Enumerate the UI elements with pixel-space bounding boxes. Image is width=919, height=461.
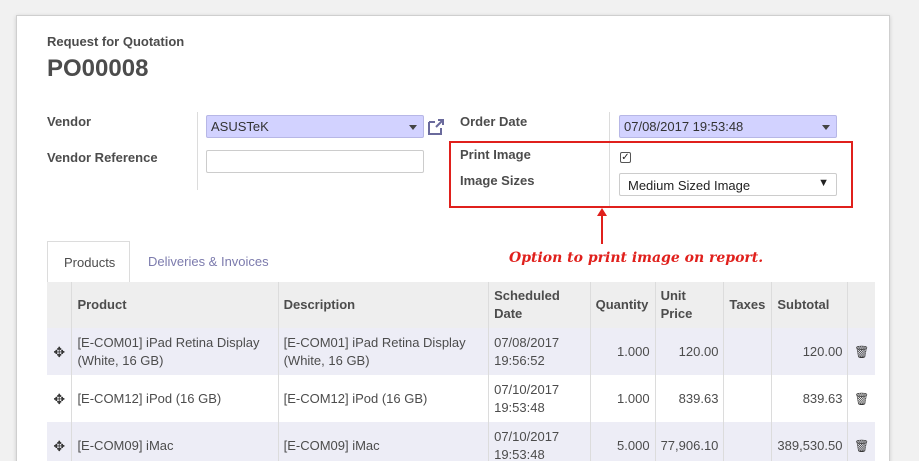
- cell-taxes[interactable]: [723, 328, 772, 375]
- chevron-down-icon: [409, 125, 417, 130]
- form-sheet: Request for Quotation PO00008 Vendor Ven…: [16, 15, 890, 461]
- table-header-row: Product Description Scheduled Date Quanti…: [47, 282, 875, 328]
- cell-taxes[interactable]: [723, 422, 772, 461]
- cell-description[interactable]: [E-COM01] iPad Retina Display (White, 16…: [277, 328, 489, 375]
- trash-icon[interactable]: 🗑: [847, 375, 875, 422]
- cell-description[interactable]: [E-COM12] iPod (16 GB): [277, 375, 489, 422]
- cell-taxes[interactable]: [723, 375, 772, 422]
- drag-handle-icon[interactable]: ✥: [47, 375, 72, 422]
- cell-scheduled-date[interactable]: 07/10/2017 19:53:48: [488, 375, 591, 422]
- field-separator: [197, 112, 198, 190]
- annotation-highlight-box: [449, 141, 853, 208]
- header-actions: [847, 282, 875, 328]
- drag-handle-icon[interactable]: ✥: [47, 328, 72, 375]
- cell-quantity[interactable]: 5.000: [589, 422, 656, 461]
- table-row[interactable]: ✥ [E-COM09] iMac [E-COM09] iMac 07/10/20…: [47, 422, 875, 461]
- table-row[interactable]: ✥ [E-COM12] iPod (16 GB) [E-COM12] iPod …: [47, 375, 875, 422]
- vendor-reference-input[interactable]: [206, 150, 424, 173]
- cell-quantity[interactable]: 1.000: [589, 328, 656, 375]
- cell-product[interactable]: [E-COM09] iMac: [71, 422, 279, 461]
- document-name: PO00008: [47, 55, 149, 82]
- cell-unit-price[interactable]: 77,906.10: [654, 422, 724, 461]
- external-link-icon[interactable]: [426, 117, 446, 137]
- header-unit-price[interactable]: Unit Price: [654, 282, 724, 328]
- vendor-label: Vendor: [47, 114, 92, 129]
- cell-description[interactable]: [E-COM09] iMac: [277, 422, 489, 461]
- header-product[interactable]: Product: [71, 282, 279, 328]
- cell-scheduled-date[interactable]: 07/08/2017 19:56:52: [488, 328, 591, 375]
- drag-handle-icon[interactable]: ✥: [47, 422, 72, 461]
- vendor-select[interactable]: ASUSTeK: [206, 115, 424, 138]
- cell-product[interactable]: [E-COM01] iPad Retina Display (White, 16…: [71, 328, 279, 375]
- vendor-reference-label: Vendor Reference: [47, 150, 158, 165]
- header-handle: [47, 282, 72, 328]
- order-lines-table: Product Description Scheduled Date Quanti…: [47, 282, 875, 461]
- cell-subtotal: 120.00: [771, 328, 848, 375]
- annotation-text: Option to print image on report.: [509, 250, 764, 266]
- tab-deliveries-invoices[interactable]: Deliveries & Invoices: [148, 254, 269, 269]
- cell-unit-price[interactable]: 120.00: [654, 328, 724, 375]
- cell-subtotal: 839.63: [771, 375, 848, 422]
- annotation-arrow-icon: [597, 208, 607, 244]
- cell-scheduled-date[interactable]: 07/10/2017 19:53:48: [488, 422, 591, 461]
- cell-product[interactable]: [E-COM12] iPod (16 GB): [71, 375, 279, 422]
- vendor-value: ASUSTeK: [211, 119, 269, 134]
- header-subtotal[interactable]: Subtotal: [771, 282, 848, 328]
- order-date-input[interactable]: 07/08/2017 19:53:48: [619, 115, 837, 138]
- header-taxes[interactable]: Taxes: [723, 282, 772, 328]
- order-date-value: 07/08/2017 19:53:48: [624, 119, 744, 134]
- header-description[interactable]: Description: [277, 282, 489, 328]
- chevron-down-icon: [822, 125, 830, 130]
- cell-subtotal: 389,530.50: [771, 422, 848, 461]
- header-quantity[interactable]: Quantity: [589, 282, 656, 328]
- cell-quantity[interactable]: 1.000: [589, 375, 656, 422]
- header-scheduled-date[interactable]: Scheduled Date: [488, 282, 591, 328]
- tab-products[interactable]: Products: [47, 241, 130, 283]
- trash-icon[interactable]: 🗑: [847, 328, 875, 375]
- document-type: Request for Quotation: [47, 34, 185, 49]
- cell-unit-price[interactable]: 839.63: [654, 375, 724, 422]
- trash-icon[interactable]: 🗑: [847, 422, 875, 461]
- table-row[interactable]: ✥ [E-COM01] iPad Retina Display (White, …: [47, 328, 875, 375]
- order-date-label: Order Date: [460, 114, 528, 129]
